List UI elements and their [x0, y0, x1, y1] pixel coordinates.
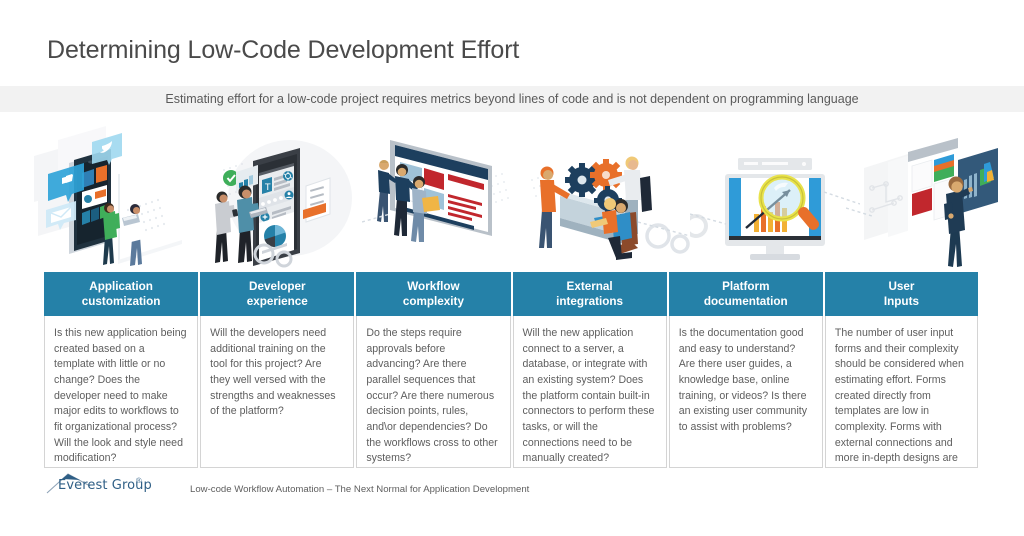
table-column-platform-documentation: Platform documentation Is the documentat…: [668, 272, 823, 468]
column-header-external-integrations: External integrations: [512, 272, 667, 316]
slide-root: Determining Low-Code Development Effort …: [0, 0, 1024, 536]
table-column-workflow-complexity: Workflow complexity Do the steps require…: [356, 272, 511, 468]
table-column-user-inputs: User Inputs The number of user input for…: [824, 272, 979, 468]
column-header-user-inputs: User Inputs: [824, 272, 979, 316]
column-header-line2: experience: [246, 295, 308, 309]
column-header-workflow-complexity: Workflow complexity: [356, 272, 511, 316]
column-header-line2: Inputs: [883, 295, 919, 309]
criteria-table: Application customization Is this new ap…: [44, 272, 979, 468]
column-body-external-integrations: Will the new application connect to a se…: [512, 316, 667, 468]
column-body-user-inputs: The number of user input forms and their…: [824, 316, 979, 468]
column-header-line1: Developer: [249, 280, 306, 293]
monitor-magnifier-illustration: [690, 118, 860, 270]
footer-caption: Low-code Workflow Automation – The Next …: [190, 484, 530, 495]
everest-group-logo: Everest Group ®: [46, 473, 152, 496]
gears-team-illustration: [520, 118, 690, 270]
column-header-line2: documentation: [703, 295, 788, 309]
column-header-line1: External: [566, 280, 613, 293]
column-header-line2: customization: [81, 295, 161, 309]
column-header-line1: Application: [89, 280, 153, 293]
column-header-line1: User: [888, 280, 915, 293]
subtitle-text: Estimating effort for a low-code project…: [165, 92, 859, 106]
developer-tablet-illustration: T: [190, 118, 358, 270]
subtitle-band: Estimating effort for a low-code project…: [0, 86, 1024, 112]
column-header-developer-experience: Developer experience: [200, 272, 355, 316]
column-header-line1: Workflow: [407, 280, 460, 293]
column-header-line2: complexity: [402, 295, 464, 309]
table-column-application-customization: Application customization Is this new ap…: [44, 272, 199, 468]
column-body-application-customization: Is this new application being created ba…: [44, 316, 199, 468]
svg-text:T: T: [264, 183, 271, 193]
column-header-line2: integrations: [556, 295, 624, 309]
workflow-screen-illustration: [362, 118, 530, 270]
footer: Everest Group ® Low-code Workflow Automa…: [46, 473, 530, 496]
column-header-line1: Platform: [722, 280, 770, 293]
column-body-workflow-complexity: Do the steps require approvals before ad…: [356, 316, 511, 468]
page-title: Determining Low-Code Development Effort: [47, 36, 520, 64]
column-body-developer-experience: Will the developers need additional trai…: [200, 316, 355, 468]
dashboard-person-illustration: [846, 118, 1024, 270]
table-column-external-integrations: External integrations Will the new appli…: [512, 272, 667, 468]
column-header-application-customization: Application customization: [44, 272, 199, 316]
column-header-platform-documentation: Platform documentation: [668, 272, 823, 316]
illustration-strip: T: [0, 118, 1024, 270]
mobile-app-icons-illustration: [22, 118, 187, 270]
table-column-developer-experience: Developer experience Will the developers…: [200, 272, 355, 468]
column-body-platform-documentation: Is the documentation good and easy to un…: [668, 316, 823, 468]
logo-registered-mark: ®: [136, 476, 142, 485]
